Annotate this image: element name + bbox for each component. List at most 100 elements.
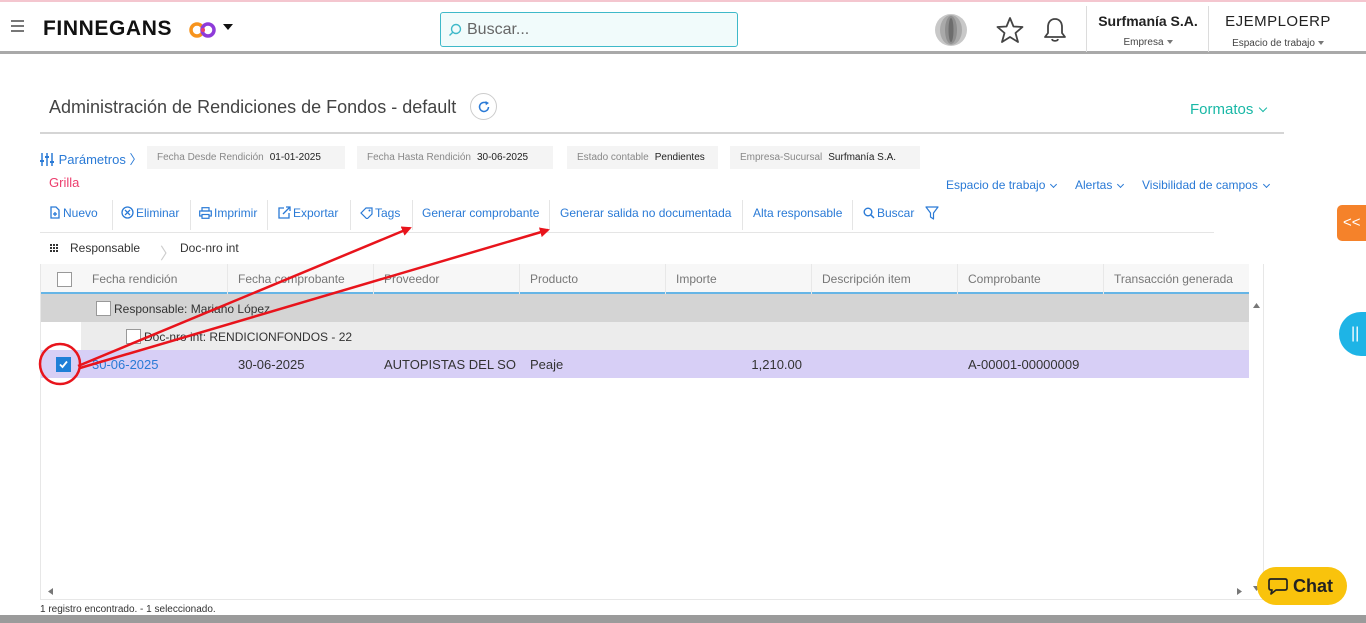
col-fecha-comprobante[interactable]: Fecha comprobante bbox=[228, 264, 374, 294]
generar-comprobante-button[interactable]: Generar comprobante bbox=[422, 206, 539, 220]
collapse-panel-button[interactable]: << bbox=[1337, 205, 1366, 241]
hamburger-menu-icon[interactable] bbox=[11, 20, 24, 32]
toolbar-divider bbox=[350, 200, 351, 230]
grid-status-text: 1 registro encontrado. - 1 seleccionado. bbox=[40, 604, 216, 615]
toolbar-divider bbox=[267, 200, 268, 230]
param-fecha-hasta[interactable]: Fecha Hasta Rendición 30-06-2025 bbox=[357, 146, 553, 169]
imprimir-button[interactable]: Imprimir bbox=[199, 206, 257, 220]
top-bar: FINNEGANS Surfmanía S.A. Empresa EJEMPLO… bbox=[0, 0, 1366, 54]
group-chip-doc-nro[interactable]: Doc-nro int bbox=[180, 241, 239, 255]
chat-button[interactable]: Chat bbox=[1257, 567, 1347, 605]
cell-comprobante: A-00001-00000009 bbox=[968, 357, 1080, 372]
tag-icon bbox=[360, 207, 373, 220]
espacio-trabajo-label: Espacio de trabajo bbox=[946, 178, 1046, 192]
exportar-button[interactable]: Exportar bbox=[278, 206, 338, 220]
search-box[interactable] bbox=[440, 12, 738, 47]
parametros-link[interactable]: Parámetros 〉 bbox=[40, 149, 142, 168]
company-selector[interactable]: Surfmanía S.A. Empresa bbox=[1088, 13, 1208, 48]
workspace-selector[interactable]: EJEMPLOERP Espacio de trabajo bbox=[1210, 13, 1346, 49]
chevron-down-icon bbox=[1050, 180, 1058, 189]
notifications-bell-icon[interactable] bbox=[1042, 16, 1068, 44]
espacio-trabajo-dropdown[interactable]: Espacio de trabajo bbox=[946, 178, 1058, 192]
group-chip-responsable[interactable]: Responsable bbox=[70, 241, 140, 255]
table-row[interactable]: 30-06-2025 30-06-2025 AUTOPISTAS DEL SO … bbox=[41, 350, 1249, 378]
chevron-down-icon bbox=[1259, 103, 1268, 113]
visibilidad-campos-label: Visibilidad de campos bbox=[1142, 178, 1258, 192]
favorites-star-icon[interactable] bbox=[996, 16, 1024, 44]
param-label: Estado contable bbox=[577, 152, 649, 163]
filter-button[interactable] bbox=[925, 206, 941, 221]
chevron-right-icon: 〉 bbox=[129, 152, 143, 167]
row-checkbox[interactable] bbox=[56, 357, 71, 372]
alertas-label: Alertas bbox=[1075, 178, 1113, 192]
tags-label: Tags bbox=[375, 206, 401, 220]
param-label: Fecha Hasta Rendición bbox=[367, 152, 471, 163]
horizontal-scrollbar[interactable] bbox=[41, 584, 1249, 599]
scroll-right-icon[interactable] bbox=[1232, 584, 1247, 599]
alertas-dropdown[interactable]: Alertas bbox=[1075, 178, 1125, 192]
side-panel-toggle-button[interactable]: || bbox=[1339, 312, 1366, 356]
workspace-name: EJEMPLOERP bbox=[1225, 13, 1331, 30]
nuevo-button[interactable]: Nuevo bbox=[49, 206, 98, 220]
nuevo-label: Nuevo bbox=[63, 206, 98, 220]
visibilidad-campos-dropdown[interactable]: Visibilidad de campos bbox=[1142, 178, 1270, 192]
user-avatar-icon[interactable] bbox=[933, 13, 969, 47]
col-proveedor[interactable]: Proveedor bbox=[374, 264, 520, 294]
toolbar-divider bbox=[190, 200, 191, 230]
param-value: 30-06-2025 bbox=[476, 152, 529, 163]
search-input[interactable] bbox=[467, 19, 727, 41]
select-all-checkbox[interactable] bbox=[57, 272, 72, 287]
cell-importe: 1,210.00 bbox=[751, 357, 802, 372]
col-producto[interactable]: Producto bbox=[520, 264, 666, 294]
buscar-button[interactable]: Buscar bbox=[863, 206, 914, 220]
col-comprobante[interactable]: Comprobante bbox=[958, 264, 1104, 294]
generar-salida-button[interactable]: Generar salida no documentada bbox=[560, 206, 731, 220]
data-grid: Fecha rendición Fecha comprobante Provee… bbox=[40, 264, 1264, 600]
alta-responsable-button[interactable]: Alta responsable bbox=[753, 206, 842, 220]
bottom-strip bbox=[0, 615, 1366, 623]
vertical-scrollbar[interactable] bbox=[1249, 294, 1264, 600]
eliminar-button[interactable]: Eliminar bbox=[121, 206, 179, 220]
workspace-dropdown-icon bbox=[1317, 41, 1324, 46]
group-row-doc-nro[interactable]: Doc-nro int: RENDICIONFONDOS - 22 bbox=[81, 322, 1249, 350]
grid-header: Fecha rendición Fecha comprobante Provee… bbox=[41, 264, 1249, 294]
cell-descripcion bbox=[812, 350, 958, 378]
param-estado-contable[interactable]: Estado contable Pendientes bbox=[567, 146, 718, 169]
brand-dropdown-icon[interactable] bbox=[223, 24, 233, 30]
header-divider bbox=[40, 132, 1284, 134]
company-name: Surfmanía S.A. bbox=[1098, 13, 1198, 29]
refresh-button[interactable] bbox=[470, 93, 497, 120]
toolbar-divider bbox=[412, 200, 413, 230]
scroll-left-icon[interactable] bbox=[43, 584, 58, 599]
param-empresa-sucursal[interactable]: Empresa-Sucursal Surfmanía S.A. bbox=[730, 146, 920, 169]
checkmark-icon bbox=[59, 360, 68, 369]
magnifier-icon bbox=[863, 207, 875, 219]
col-descripcion-item[interactable]: Descripción item bbox=[812, 264, 958, 294]
col-fecha-rendicion[interactable]: Fecha rendición bbox=[82, 264, 228, 294]
tags-button[interactable]: Tags bbox=[360, 206, 400, 220]
param-label: Fecha Desde Rendición bbox=[157, 152, 264, 163]
buscar-label: Buscar bbox=[877, 206, 915, 220]
delete-circle-icon bbox=[121, 206, 134, 219]
chevron-right-icon: 〉 bbox=[160, 246, 177, 263]
cell-proveedor: AUTOPISTAS DEL SO bbox=[384, 357, 516, 372]
grilla-title: Grilla bbox=[49, 175, 80, 190]
formatos-dropdown[interactable]: Formatos bbox=[1190, 101, 1268, 118]
chevron-down-icon bbox=[1262, 180, 1270, 189]
scroll-up-icon[interactable] bbox=[1249, 298, 1264, 313]
printer-icon bbox=[199, 207, 212, 219]
company-dropdown-icon bbox=[1166, 40, 1173, 45]
sliders-icon bbox=[40, 153, 54, 166]
group-label: Responsable: Mariano López bbox=[114, 302, 271, 316]
param-fecha-desde[interactable]: Fecha Desde Rendición 01-01-2025 bbox=[147, 146, 345, 169]
drag-handle-icon[interactable] bbox=[50, 244, 58, 252]
cell-fecha-comprobante: 30-06-2025 bbox=[238, 357, 305, 372]
toolbar-divider bbox=[742, 200, 743, 230]
param-label: Empresa-Sucursal bbox=[740, 152, 823, 163]
col-transaccion-generada[interactable]: Transacción generada bbox=[1104, 264, 1249, 294]
col-importe[interactable]: Importe bbox=[666, 264, 812, 294]
cell-fecha-rendicion-link[interactable]: 30-06-2025 bbox=[82, 350, 228, 378]
search-icon bbox=[449, 23, 462, 36]
topbar-divider bbox=[1086, 6, 1087, 52]
group-row-responsable[interactable]: Responsable: Mariano López bbox=[41, 294, 1249, 322]
